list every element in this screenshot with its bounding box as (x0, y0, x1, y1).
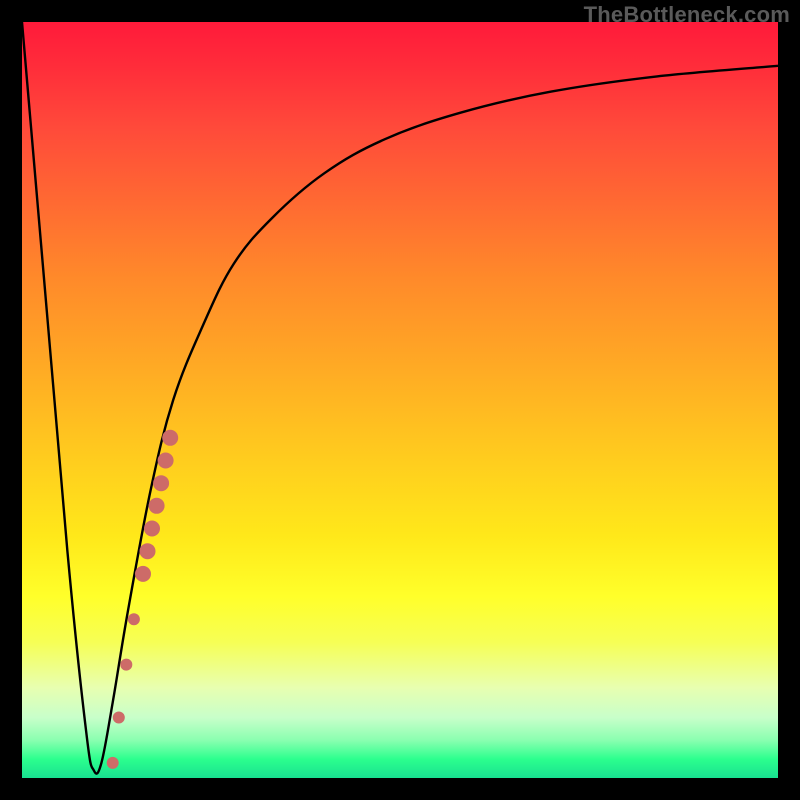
curve-svg (22, 22, 778, 778)
marker-group (107, 430, 179, 769)
data-marker (144, 521, 160, 537)
data-marker (128, 613, 140, 625)
data-marker (140, 543, 156, 559)
data-marker (153, 475, 169, 491)
data-marker (149, 498, 165, 514)
data-marker (113, 712, 125, 724)
plot-area (22, 22, 778, 778)
data-marker (162, 430, 178, 446)
chart-frame: TheBottleneck.com (0, 0, 800, 800)
watermark-text: TheBottleneck.com (584, 2, 790, 28)
data-marker (135, 566, 151, 582)
data-marker (158, 453, 174, 469)
data-marker (107, 757, 119, 769)
bottleneck-curve (22, 22, 778, 774)
data-marker (120, 659, 132, 671)
